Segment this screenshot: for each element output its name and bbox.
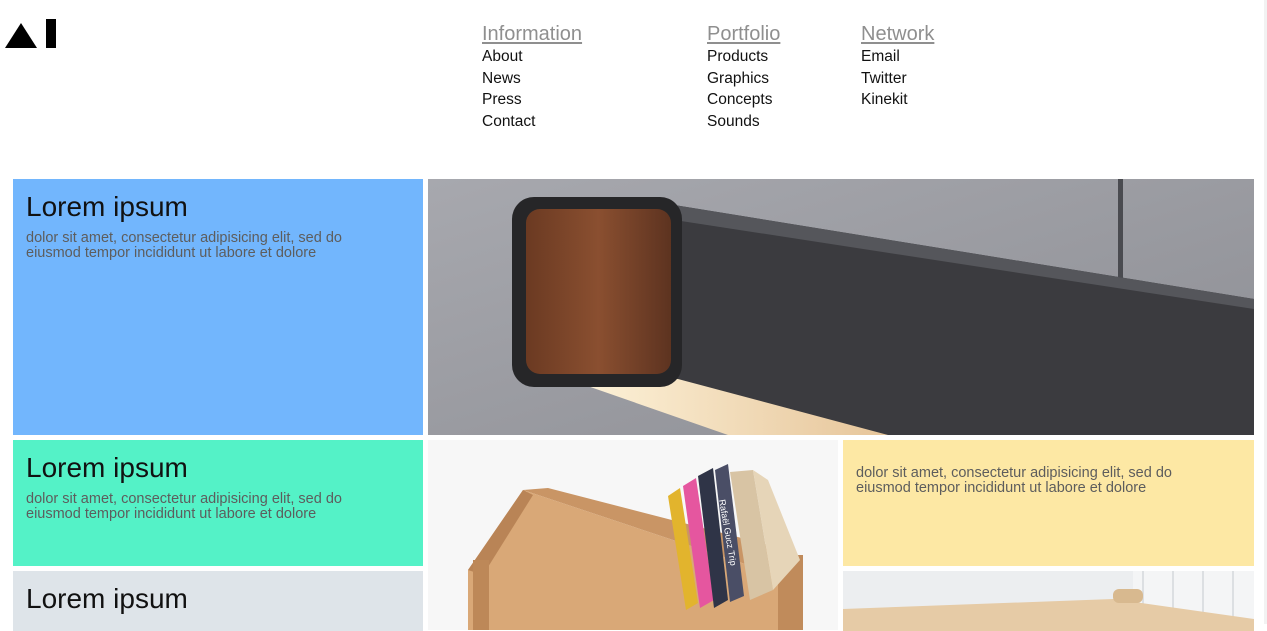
- nav-heading-portfolio[interactable]: Portfolio: [707, 22, 780, 46]
- nav-link-sounds[interactable]: Sounds: [707, 111, 780, 133]
- logo[interactable]: [5, 19, 57, 49]
- tile-body: dolor sit amet, consectetur adipisicing …: [856, 465, 1172, 496]
- nav-link-press[interactable]: Press: [482, 89, 582, 111]
- nav-heading-information[interactable]: Information: [482, 22, 582, 46]
- nav-link-news[interactable]: News: [482, 68, 582, 90]
- nav-link-twitter[interactable]: Twitter: [861, 68, 934, 90]
- nav-link-email[interactable]: Email: [861, 46, 934, 68]
- pendant-lamp-photo-icon: [428, 179, 1254, 435]
- book-shelf-photo-icon: Rafaël Gucz Trip: [428, 440, 838, 630]
- nav-column-portfolio: Portfolio Products Graphics Concepts Sou…: [707, 22, 780, 132]
- nav-column-information: Information About News Press Contact: [482, 22, 582, 132]
- logo-mark-icon: [5, 19, 56, 48]
- tile-blue[interactable]: Lorem ipsum dolor sit amet, consectetur …: [13, 179, 423, 435]
- tile-green[interactable]: Lorem ipsum dolor sit amet, consectetur …: [13, 440, 423, 566]
- nav-link-graphics[interactable]: Graphics: [707, 68, 780, 90]
- lamp-photo[interactable]: [428, 179, 1254, 435]
- wooden-table-photo-icon: [843, 571, 1254, 631]
- tile-body: dolor sit amet, consectetur adipisicing …: [26, 230, 342, 261]
- tile-yellow[interactable]: dolor sit amet, consectetur adipisicing …: [843, 440, 1254, 566]
- nav-link-concepts[interactable]: Concepts: [707, 89, 780, 111]
- tile-title: Lorem ipsum: [26, 583, 188, 614]
- nav-link-contact[interactable]: Contact: [482, 111, 582, 133]
- tile-body: dolor sit amet, consectetur adipisicing …: [26, 491, 342, 522]
- nav-column-network: Network Email Twitter Kinekit: [861, 22, 934, 111]
- nav-link-about[interactable]: About: [482, 46, 582, 68]
- tile-title: Lorem ipsum: [26, 452, 188, 483]
- shelf-photo[interactable]: Rafaël Gucz Trip: [428, 440, 838, 630]
- tile-title: Lorem ipsum: [26, 191, 188, 222]
- tile-grey[interactable]: Lorem ipsum: [13, 571, 423, 631]
- table-photo[interactable]: [843, 571, 1254, 631]
- nav-link-kinekit[interactable]: Kinekit: [861, 89, 934, 111]
- nav-link-products[interactable]: Products: [707, 46, 780, 68]
- nav-heading-network[interactable]: Network: [861, 22, 934, 46]
